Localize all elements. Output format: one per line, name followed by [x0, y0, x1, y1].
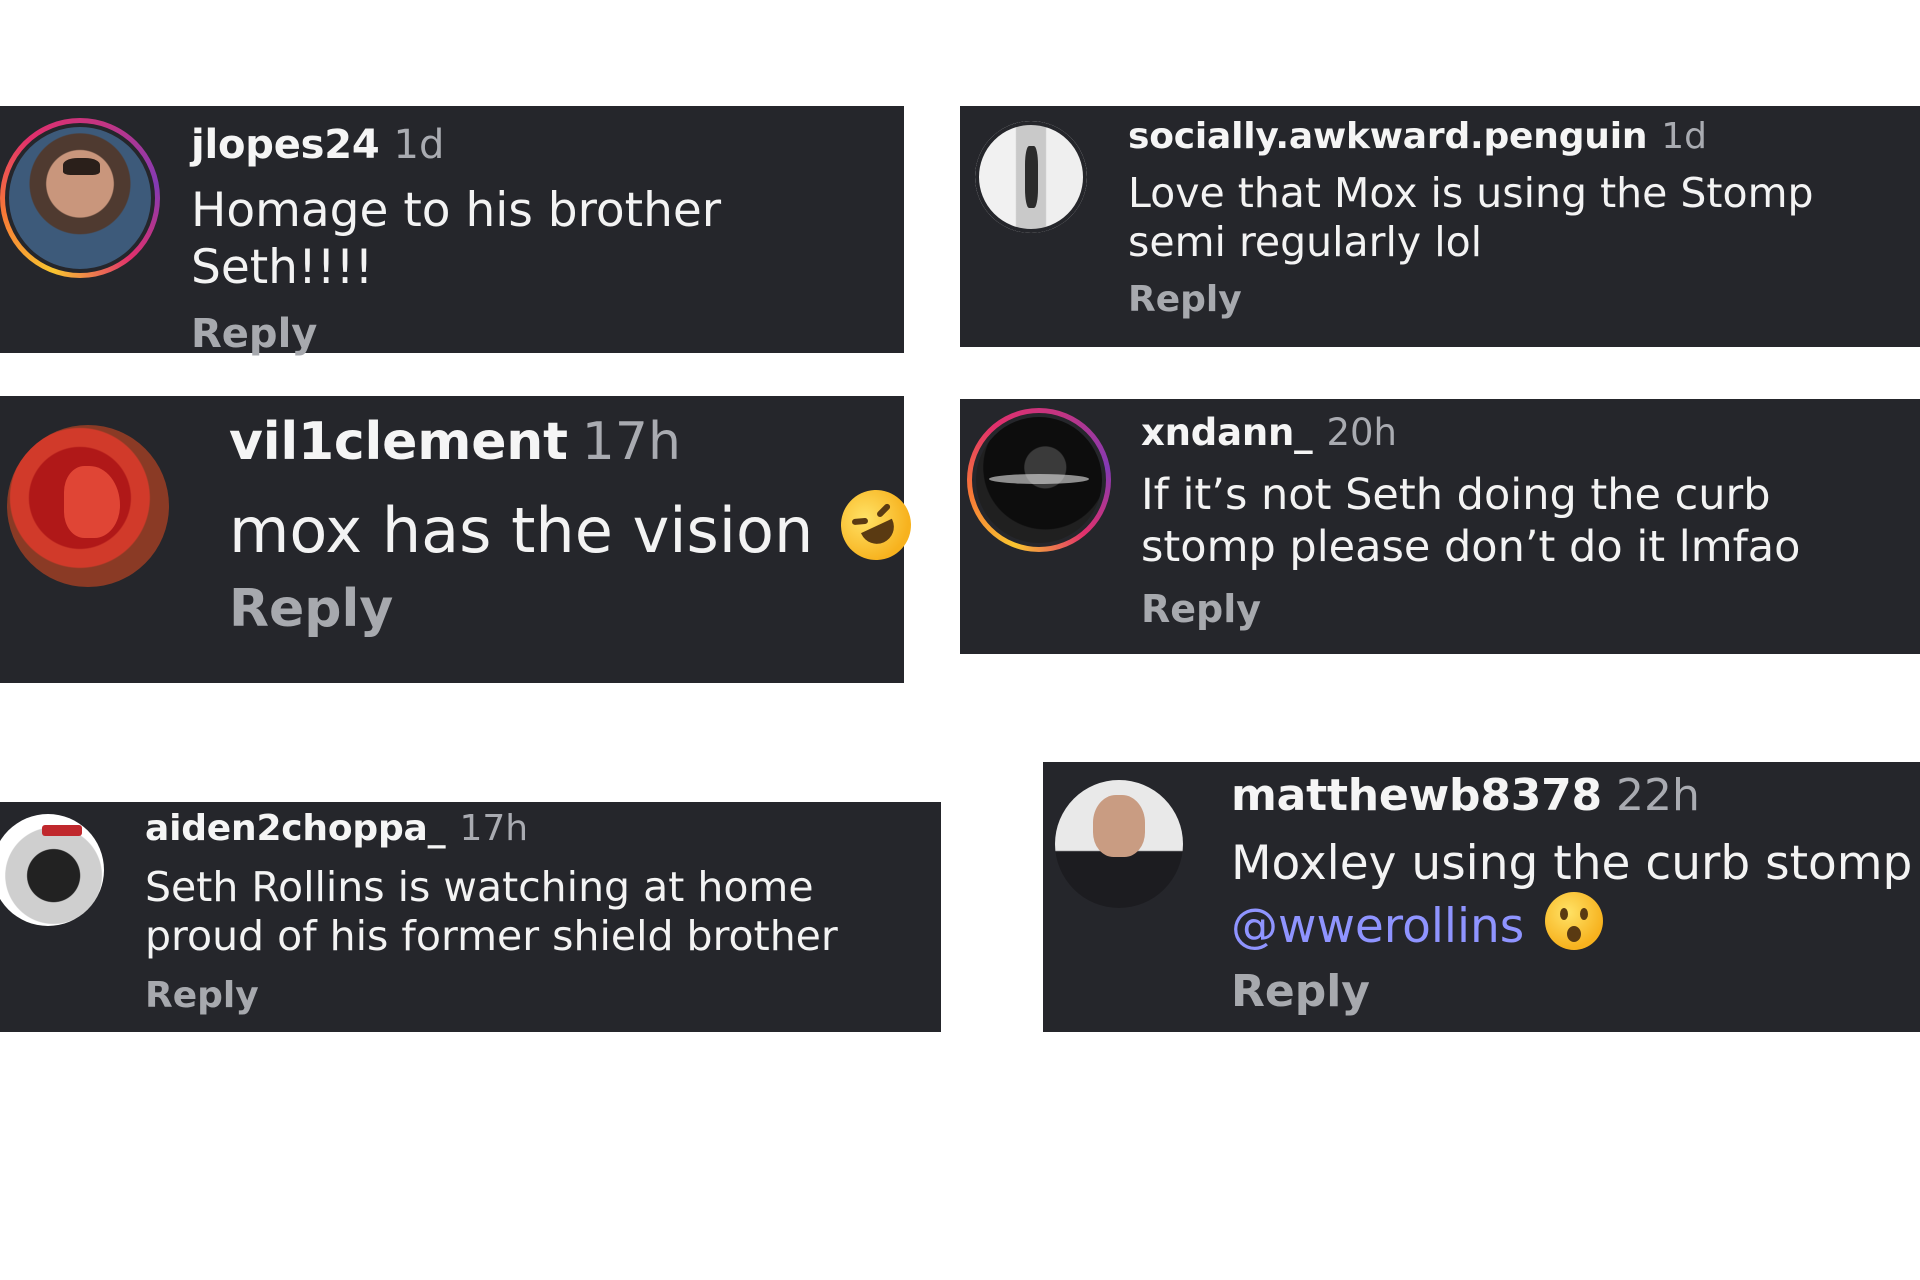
- user-photo-avatar-icon: [42, 825, 82, 837]
- timestamp: 1d: [1661, 116, 1708, 157]
- timestamp: 1d: [393, 122, 445, 168]
- user-photo-avatar-icon: [1024, 145, 1039, 209]
- avatar[interactable]: [0, 118, 160, 278]
- comment-text: Seth Rollins is watching at home proud o…: [145, 863, 838, 961]
- timestamp: 20h: [1326, 411, 1397, 454]
- reply-button[interactable]: Reply: [229, 579, 911, 639]
- comment-text: If it’s not Seth doing the curb stomp pl…: [1141, 470, 1801, 572]
- comment-text: mox has the vision: [229, 478, 923, 572]
- reply-button[interactable]: Reply: [1128, 279, 1913, 320]
- artwork-avatar-icon: [63, 465, 121, 539]
- comment-card: aiden2choppa_ 17h Seth Rollins is watchi…: [0, 802, 941, 1032]
- timestamp: 17h: [581, 412, 681, 472]
- comment-card: matthewb8378 22h Moxley using the curb s…: [1043, 762, 1920, 1032]
- avatar[interactable]: [0, 814, 104, 926]
- comment-card: jlopes24 1d Homage to his brother Seth!!…: [0, 106, 904, 357]
- comment-text: Moxley using the curb stomp @wwerollins: [1231, 835, 1916, 956]
- username[interactable]: vil1clement: [229, 412, 568, 472]
- avatar[interactable]: [975, 121, 1087, 233]
- reply-button[interactable]: Reply: [145, 975, 935, 1016]
- reply-button[interactable]: Reply: [1141, 587, 1916, 631]
- user-photo-avatar-icon: [62, 158, 100, 176]
- surprised-face-emoji-icon: [1545, 892, 1604, 951]
- mention-link[interactable]: @wwerollins: [1231, 899, 1524, 954]
- comment-card: vil1clement 17h mox has the vision Reply: [0, 396, 923, 683]
- avatar[interactable]: [1055, 780, 1183, 908]
- username[interactable]: xndann_: [1141, 411, 1313, 454]
- username[interactable]: socially.awkward.penguin: [1128, 116, 1647, 157]
- timestamp: 17h: [459, 808, 529, 849]
- comment-card: xndann_ 20h If it’s not Seth doing the c…: [960, 399, 1920, 654]
- user-photo-avatar-icon: [1093, 795, 1145, 857]
- rolling-on-floor-laughing-emoji-icon: [829, 478, 923, 572]
- username[interactable]: aiden2choppa_: [145, 808, 446, 849]
- comment-card: socially.awkward.penguin 1d Love that Mo…: [960, 106, 1920, 347]
- comment-text: Homage to his brother Seth!!!!: [191, 183, 722, 296]
- username[interactable]: jlopes24: [191, 122, 380, 168]
- avatar[interactable]: [967, 408, 1111, 552]
- comment-text: Love that Mox is using the Stomp semi re…: [1128, 169, 1814, 267]
- username[interactable]: matthewb8378: [1231, 770, 1602, 821]
- reply-button[interactable]: Reply: [1231, 966, 1916, 1017]
- comment-text-content: Moxley using the curb stomp: [1231, 836, 1913, 891]
- timestamp: 22h: [1615, 770, 1700, 821]
- user-photo-avatar-icon: [988, 473, 1090, 484]
- comment-text-content: mox has the vision: [229, 494, 814, 567]
- reply-button[interactable]: Reply: [191, 311, 904, 357]
- avatar[interactable]: [7, 425, 169, 587]
